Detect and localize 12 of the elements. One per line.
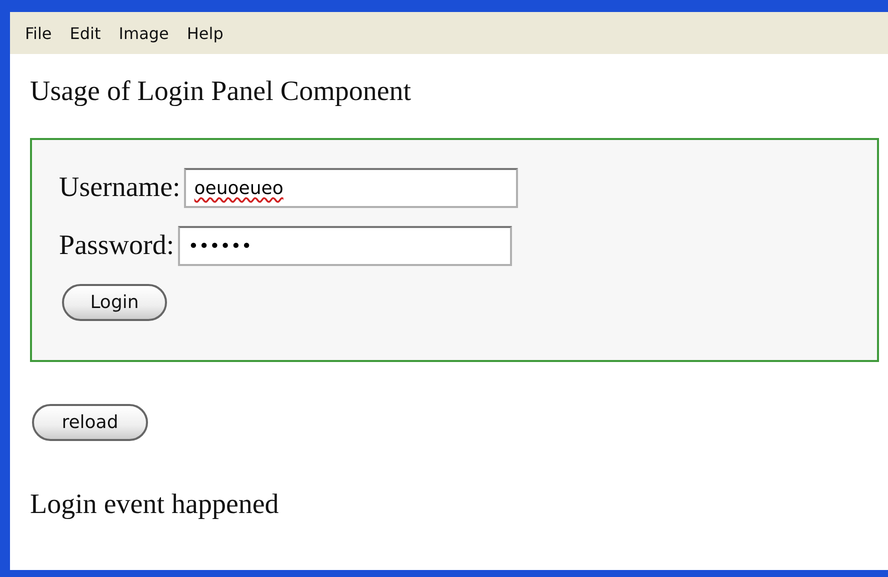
field-label: Username: [59, 172, 180, 204]
menu-item[interactable]: Edit [70, 24, 101, 42]
menu-item[interactable]: File [25, 24, 52, 42]
login-button[interactable]: Login [62, 284, 167, 321]
page-heading: Usage of Login Panel Component [30, 76, 412, 108]
input-field[interactable]: •••••• [178, 226, 512, 266]
menu-item[interactable]: Help [186, 24, 224, 42]
reload-button[interactable]: reload [32, 404, 148, 441]
menu-item[interactable]: Image [118, 24, 169, 42]
field-label: Password: [59, 230, 174, 262]
status-message: Login event happened [30, 489, 280, 521]
input-field[interactable]: oeuoeueo [184, 168, 518, 208]
